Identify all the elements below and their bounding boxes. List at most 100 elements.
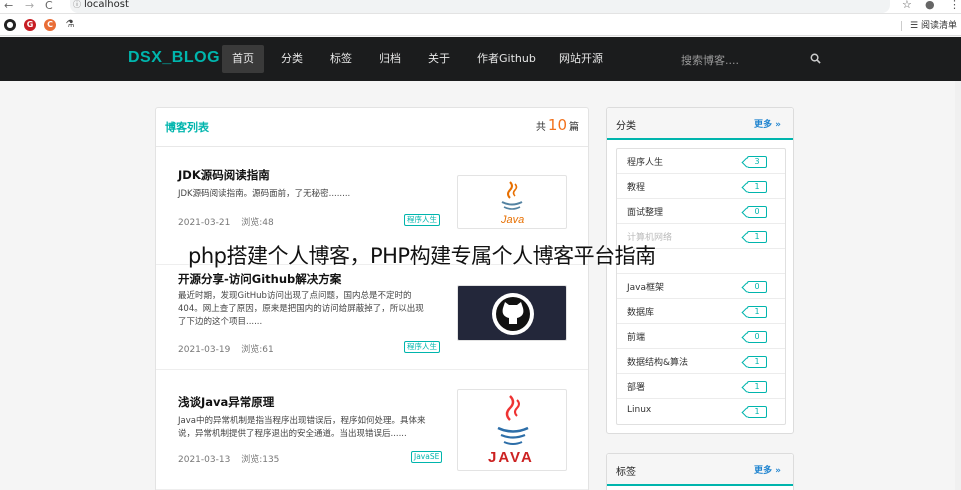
post-item[interactable]: 开源分享-访问Github解决方案 最近时期，发现GitHub访问出现了点问题，… — [156, 265, 588, 370]
page-scrollbar[interactable] — [955, 81, 961, 490]
flask-icon[interactable]: ⚗ — [64, 19, 76, 31]
category-panel-header: 分类 更多 » — [607, 108, 793, 140]
post-description: 最近时期，发现GitHub访问出现了点问题，国内总是不定时的404。网上查了原因… — [178, 291, 424, 327]
category-count: 1 — [747, 381, 767, 393]
post-thumbnail-java-large[interactable]: JAVA — [457, 389, 567, 471]
post-count-prefix: 共 — [535, 122, 546, 133]
tag-panel: 标签 更多 » — [606, 453, 794, 490]
post-thumbnail-java[interactable]: Java — [457, 175, 567, 229]
category-name: 教程 — [627, 183, 646, 193]
nav-archive[interactable]: 归档 — [369, 45, 411, 73]
post-title[interactable]: 开源分享-访问Github解决方案 — [178, 271, 341, 287]
java-logo-icon: Java — [500, 181, 524, 226]
category-name: 数据库 — [627, 308, 655, 318]
category-count: 1 — [747, 306, 767, 318]
nav-categories[interactable]: 分类 — [271, 45, 313, 73]
category-item[interactable]: 教程 1 — [617, 174, 785, 199]
bookmarks-bar: ● G C ⚗ ☰ 阅读清单 — [0, 14, 961, 36]
svg-text:JAVA: JAVA — [488, 449, 534, 466]
post-title[interactable]: JDK源码阅读指南 — [178, 167, 270, 183]
post-date: 2021-03-13 — [178, 455, 231, 465]
category-panel: 分类 更多 » 程序人生 3 教程 1 面试整理 0 计算机网络 1 Java框… — [606, 107, 794, 434]
category-count: 1 — [747, 406, 767, 418]
post-meta: 2021-03-21 浏览:48 — [178, 215, 282, 228]
category-item[interactable]: 程序人生 3 — [617, 149, 785, 174]
post-description: Java中的异常机制是指当程序出现错误后，程序如何处理。具体来说，异常机制提供了… — [178, 416, 426, 439]
category-item[interactable]: 面试整理 0 — [617, 199, 785, 224]
site-navbar: DSX_BLOG 首页 分类 标签 归档 关于 作者Github 网站开源 搜索… — [0, 37, 961, 81]
blog-list-header: 博客列表 共 10 篇 — [156, 108, 588, 147]
post-tag[interactable]: 程序人生 — [404, 214, 440, 226]
site-logo[interactable]: DSX_BLOG — [128, 49, 220, 67]
info-icon[interactable]: ⓘ — [73, 0, 81, 11]
search-icon[interactable] — [810, 53, 821, 64]
star-icon[interactable]: ☆ — [902, 0, 912, 11]
post-views: 浏览:48 — [241, 218, 274, 228]
post-description: JDK源码阅读指南。源码面前，了无秘密........ — [178, 189, 351, 199]
category-count: 0 — [747, 331, 767, 343]
url-text: localhost — [84, 0, 129, 10]
csdn-icon[interactable]: C — [44, 19, 56, 31]
category-name: 前端 — [627, 333, 646, 343]
blog-list-title: 博客列表 — [165, 121, 209, 134]
category-name: 数据结构&算法 — [627, 358, 689, 368]
category-count: 0 — [747, 206, 767, 218]
reload-icon[interactable]: C — [45, 0, 53, 12]
category-name: 部署 — [627, 383, 646, 393]
tag-panel-header: 标签 更多 » — [607, 454, 793, 486]
category-item[interactable]: 部署 1 — [617, 374, 785, 399]
category-item[interactable]: 前端 0 — [617, 324, 785, 349]
post-views: 浏览:61 — [241, 345, 274, 355]
address-bar[interactable]: ⓘ localhost — [70, 0, 890, 13]
category-list: 程序人生 3 教程 1 面试整理 0 计算机网络 1 Java框架 0 数据库 … — [616, 148, 786, 425]
reading-list-icon: ☰ — [910, 21, 919, 31]
search-input[interactable]: 搜索博客.... — [681, 52, 739, 68]
forward-icon[interactable]: → — [25, 0, 34, 12]
github-icon[interactable]: ● — [4, 19, 16, 31]
nav-author-github[interactable]: 作者Github — [467, 45, 546, 73]
github-logo-icon — [492, 293, 534, 335]
nav-tags[interactable]: 标签 — [320, 45, 362, 73]
category-name: Linux — [627, 405, 652, 415]
nav-open-source[interactable]: 网站开源 — [549, 45, 613, 73]
post-tag[interactable]: JavaSE — [411, 451, 443, 463]
java-logo-icon: JAVA — [488, 395, 534, 466]
post-count: 共 10 篇 — [536, 116, 579, 134]
category-count: 1 — [747, 181, 767, 193]
reading-list[interactable]: ☰ 阅读清单 — [901, 18, 957, 31]
blog-list-card: 博客列表 共 10 篇 JDK源码阅读指南 JDK源码阅读指南。源码面前，了无秘密.… — [155, 107, 589, 490]
reading-list-label: 阅读清单 — [920, 21, 957, 31]
category-more-link[interactable]: 更多 » — [754, 117, 781, 130]
post-title[interactable]: 浅谈Java异常原理 — [178, 394, 274, 410]
back-icon[interactable]: ← — [4, 0, 13, 12]
category-item[interactable]: Linux 1 — [617, 399, 785, 424]
post-tag[interactable]: 程序人生 — [404, 341, 440, 353]
gitee-icon[interactable]: G — [24, 19, 36, 31]
svg-text:Java: Java — [500, 214, 524, 226]
category-name: 程序人生 — [627, 158, 664, 168]
post-date: 2021-03-19 — [178, 345, 231, 355]
browser-toolbar: ← → C ⓘ localhost ☆ ● ⋮ — [0, 0, 961, 14]
category-count: 1 — [747, 231, 767, 243]
menu-icon[interactable]: ⋮ — [949, 0, 960, 11]
post-count-suffix: 篇 — [569, 122, 579, 133]
category-panel-title: 分类 — [616, 121, 636, 132]
category-name: Java框架 — [627, 283, 665, 293]
post-views: 浏览:135 — [241, 455, 280, 465]
tag-more-link[interactable]: 更多 » — [754, 463, 781, 476]
post-count-number: 10 — [547, 116, 567, 134]
category-count: 1 — [747, 356, 767, 368]
post-item[interactable]: 浅谈Java异常原理 Java中的异常机制是指当程序出现错误后，程序如何处理。具… — [156, 370, 588, 490]
nav-about[interactable]: 关于 — [418, 45, 460, 73]
nav-home[interactable]: 首页 — [222, 45, 264, 73]
post-meta: 2021-03-13 浏览:135 — [178, 452, 287, 465]
category-item[interactable]: Java框架 0 — [617, 274, 785, 299]
category-item[interactable]: 数据结构&算法 1 — [617, 349, 785, 374]
account-icon[interactable]: ● — [925, 0, 935, 11]
category-name: 面试整理 — [627, 208, 664, 218]
category-item[interactable]: 数据库 1 — [617, 299, 785, 324]
post-thumbnail-github[interactable] — [457, 285, 567, 341]
post-date: 2021-03-21 — [178, 218, 231, 228]
category-count: 0 — [747, 281, 767, 293]
post-meta: 2021-03-19 浏览:61 — [178, 342, 282, 355]
